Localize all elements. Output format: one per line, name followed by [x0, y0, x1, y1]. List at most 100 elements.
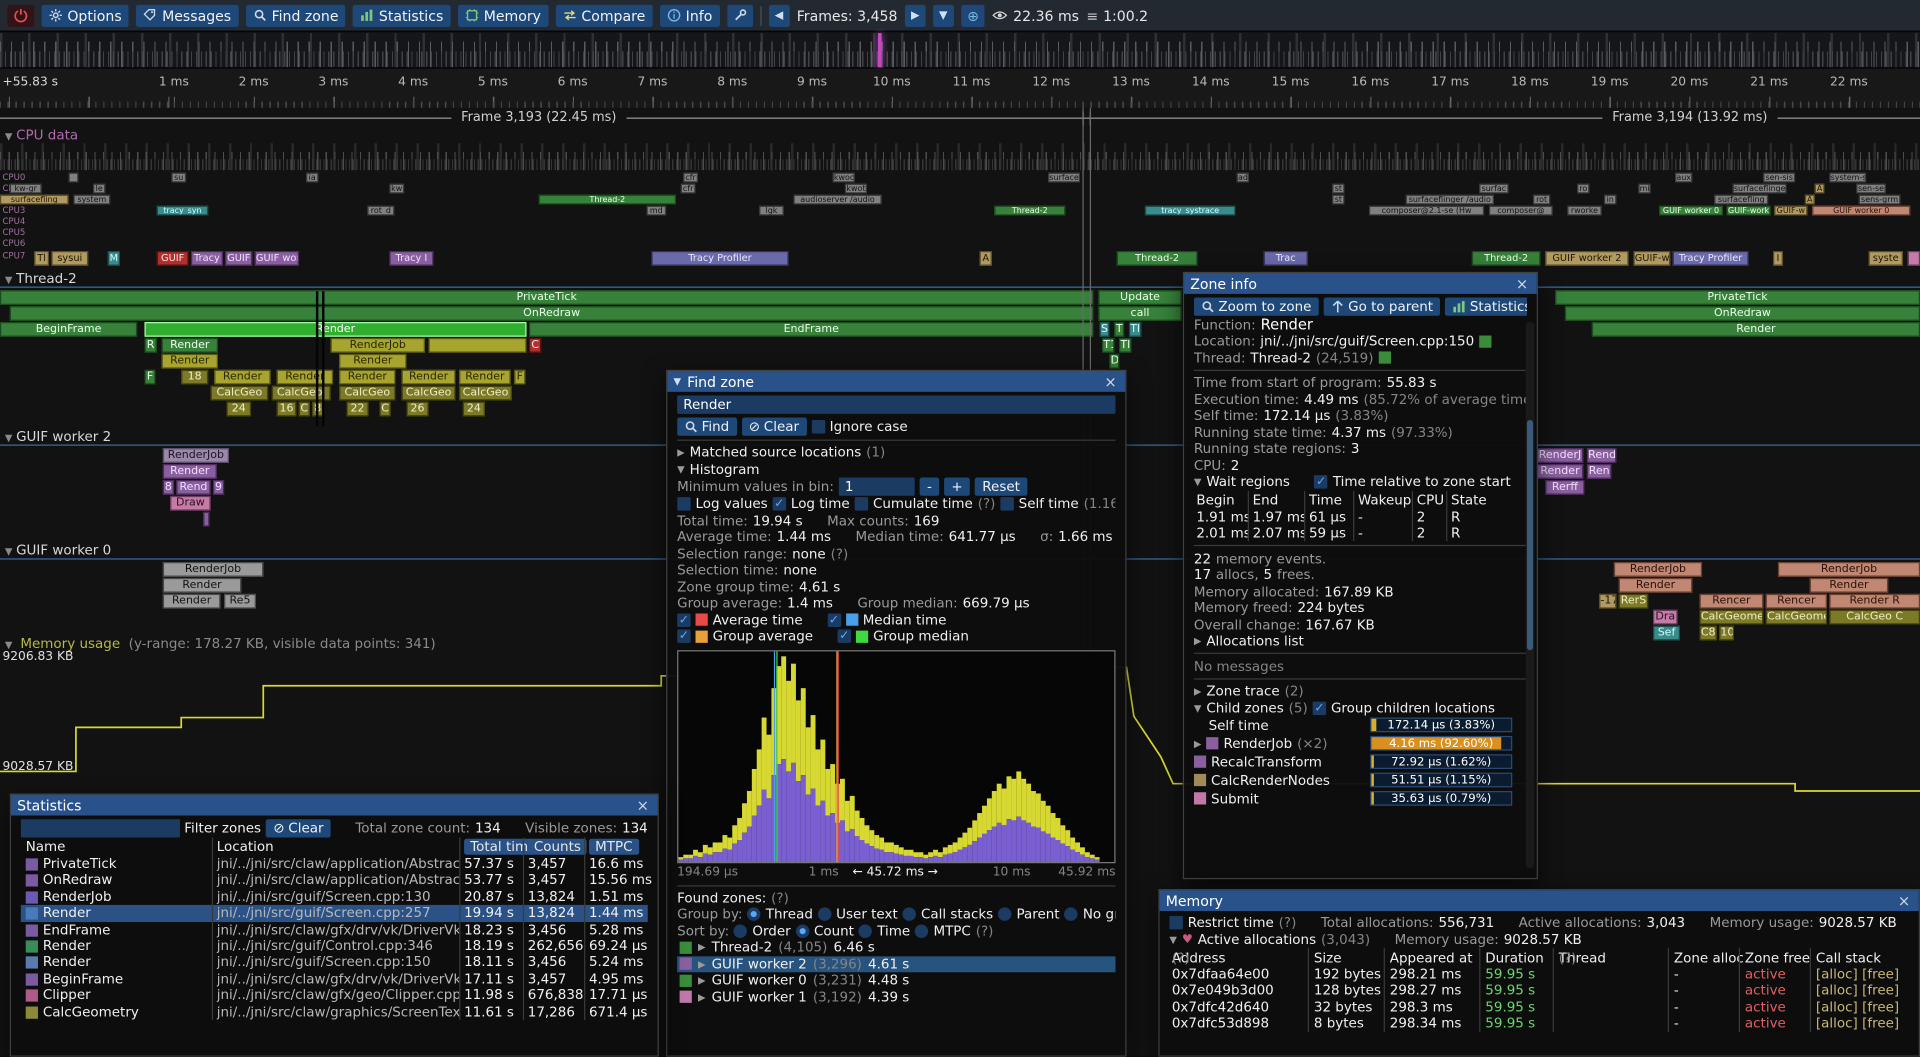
cpu-zone[interactable]	[1908, 251, 1920, 266]
stats-row[interactable]: OnRedrawjni/../jni/src/claw/application/…	[21, 872, 648, 888]
statistics-titlebar[interactable]: Statistics ×	[11, 795, 658, 816]
zone[interactable]: Render	[214, 370, 270, 385]
radio-button[interactable]	[734, 924, 747, 937]
chevron-down-icon[interactable]: ▼	[677, 464, 685, 475]
zone[interactable]: 26	[407, 402, 429, 417]
zone[interactable]: R	[144, 338, 156, 353]
find-zone-button[interactable]: Find zone	[246, 4, 346, 26]
radio-button[interactable]	[859, 924, 872, 937]
zone[interactable]: Rend	[176, 480, 210, 495]
zone[interactable]: T1	[1102, 338, 1114, 353]
cpu-zone[interactable]: cfr	[683, 173, 698, 183]
frame-label-left[interactable]: Frame 3,193 (22.45 ms)	[451, 110, 626, 125]
text-input[interactable]	[21, 819, 180, 837]
frame-bar[interactable]: Frame 3,193 (22.45 ms) Frame 3,194 (13.9…	[0, 108, 1920, 126]
checkbox[interactable]: ✓	[773, 497, 786, 510]
messages-button[interactable]: Messages	[136, 4, 238, 26]
zone[interactable]: Render	[1810, 578, 1888, 593]
checkbox[interactable]	[855, 497, 868, 510]
zone[interactable]: CalcGeo	[459, 386, 512, 401]
cpu-zone[interactable]: GUIF worker 0	[1659, 206, 1723, 216]
zone[interactable]: D	[1109, 354, 1119, 369]
checkbox[interactable]: ✓	[1314, 475, 1327, 488]
tools-button[interactable]	[727, 4, 753, 26]
zone[interactable]: Render	[163, 464, 217, 479]
cpu-zone[interactable]: ia	[306, 173, 318, 183]
zone[interactable]: Render	[402, 370, 456, 385]
zone[interactable]: Render	[339, 354, 406, 369]
child-zone-row[interactable]: ▶RenderJob(×2)4.16 ms (92.60%)	[1194, 734, 1527, 752]
frames-counter[interactable]: Frames: 3,458	[797, 7, 898, 24]
search-input[interactable]: Render	[677, 396, 1115, 414]
zone[interactable]: Update	[1098, 290, 1181, 305]
zone[interactable]: Dra	[1653, 610, 1677, 625]
allocation-row[interactable]: 0x7dfc42d64032 bytes298.3 ms59.95 sMain …	[1169, 999, 1909, 1015]
zone[interactable]: RenderJob	[163, 562, 263, 577]
statistics-button[interactable]: Statistics	[1445, 298, 1527, 316]
zone[interactable]: T	[1114, 322, 1124, 337]
clear-button[interactable]: ⊘Clear	[741, 418, 806, 436]
cpu-zone[interactable]: kw	[389, 184, 404, 194]
cpu-zone[interactable]: system-s	[1829, 173, 1866, 183]
cpu-zone[interactable]: rot	[1533, 195, 1550, 205]
zone[interactable]: 9	[213, 480, 224, 495]
prev-frame-button[interactable]: ◀	[769, 4, 790, 26]
zone[interactable]: Rend	[1587, 448, 1616, 463]
column-header-mtpc[interactable]: MTPC	[589, 839, 639, 855]
power-button[interactable]	[7, 4, 34, 26]
cpu-zone[interactable]: sen-se	[1856, 184, 1885, 194]
scrollbar-thumb[interactable]	[1527, 420, 1533, 649]
--button[interactable]: -	[920, 478, 940, 496]
cpu-zone[interactable]: cfr	[681, 184, 696, 194]
child-zone-row[interactable]: Submit35.63 µs (0.79%)	[1194, 790, 1527, 808]
zone[interactable]: PrivateTick	[1555, 290, 1920, 305]
zone[interactable]: Draw	[170, 496, 210, 511]
checkbox[interactable]	[1169, 916, 1182, 929]
radio-button[interactable]	[903, 908, 916, 921]
histogram-plot[interactable]	[677, 650, 1115, 863]
zone[interactable]: C	[299, 402, 310, 417]
cpu-zone[interactable]: audioserver /audio	[793, 195, 881, 205]
zone[interactable]: S	[1100, 322, 1110, 337]
go-to-parent-button[interactable]: Go to parent	[1324, 298, 1441, 316]
zone[interactable]: Render	[339, 370, 395, 385]
allocation-row[interactable]: 0x7e049b3d00128 bytes298.27 ms59.95 sMai…	[1169, 983, 1909, 999]
zone[interactable]: CalcGeo	[339, 386, 395, 401]
close-icon[interactable]: ×	[634, 798, 651, 813]
zone[interactable]: RenderJob	[1778, 562, 1920, 577]
wait-region-row[interactable]: 1.91 ms1.97 ms61 µs-2R	[1194, 509, 1527, 525]
zone[interactable]: Render	[162, 354, 218, 369]
checkbox[interactable]: ✓	[677, 613, 690, 626]
zone[interactable]: Rencer	[1700, 594, 1764, 609]
info-button[interactable]: Info	[660, 4, 720, 26]
cpu-zone[interactable]: lgk	[759, 206, 783, 216]
zone[interactable]: 24	[463, 402, 485, 417]
checkbox[interactable]: ✓	[677, 630, 690, 643]
next-frame-button[interactable]: ▶	[905, 4, 926, 26]
cpu-zone[interactable]: A	[1805, 195, 1815, 205]
chevron-down-icon[interactable]: ▼	[1194, 702, 1202, 713]
zone[interactable]: F	[514, 370, 525, 385]
checkbox[interactable]	[811, 420, 824, 433]
zone[interactable]: 16	[277, 402, 297, 417]
cpu-zone[interactable]: Tracy Profiler	[651, 251, 788, 266]
cpu-zone[interactable]: Tracy Profiler	[1673, 251, 1749, 266]
cpu-zone[interactable]: surfacefling	[1714, 195, 1768, 205]
cpu-zone[interactable]: kw-gr	[10, 184, 42, 194]
zone[interactable]: Tl	[1129, 322, 1141, 337]
close-icon[interactable]: ×	[1513, 276, 1530, 291]
cpu-zone[interactable]: Tl	[34, 251, 49, 266]
chevron-right-icon[interactable]: ▶	[698, 992, 706, 1003]
zone[interactable]: RerS	[1619, 594, 1648, 609]
stats-row[interactable]: Renderjni/../jni/src/guif/Screen.cpp:257…	[21, 905, 648, 921]
checkbox[interactable]: ✓	[827, 613, 840, 626]
chevron-right-icon[interactable]: ▶	[1194, 738, 1202, 749]
zone[interactable]: RenderJob	[1614, 562, 1702, 577]
memory-button[interactable]: Memory	[458, 4, 548, 26]
close-icon[interactable]: ×	[1895, 893, 1912, 908]
chevron-down-icon[interactable]: ▼	[1169, 934, 1177, 945]
chevron-right-icon[interactable]: ▶	[698, 958, 706, 969]
memory-titlebar[interactable]: Memory ×	[1160, 890, 1919, 911]
allocation-row[interactable]: 0x7dfc53d8988 bytes298.34 ms59.95 sMain …	[1169, 1015, 1909, 1031]
zone[interactable]: F	[144, 370, 155, 385]
